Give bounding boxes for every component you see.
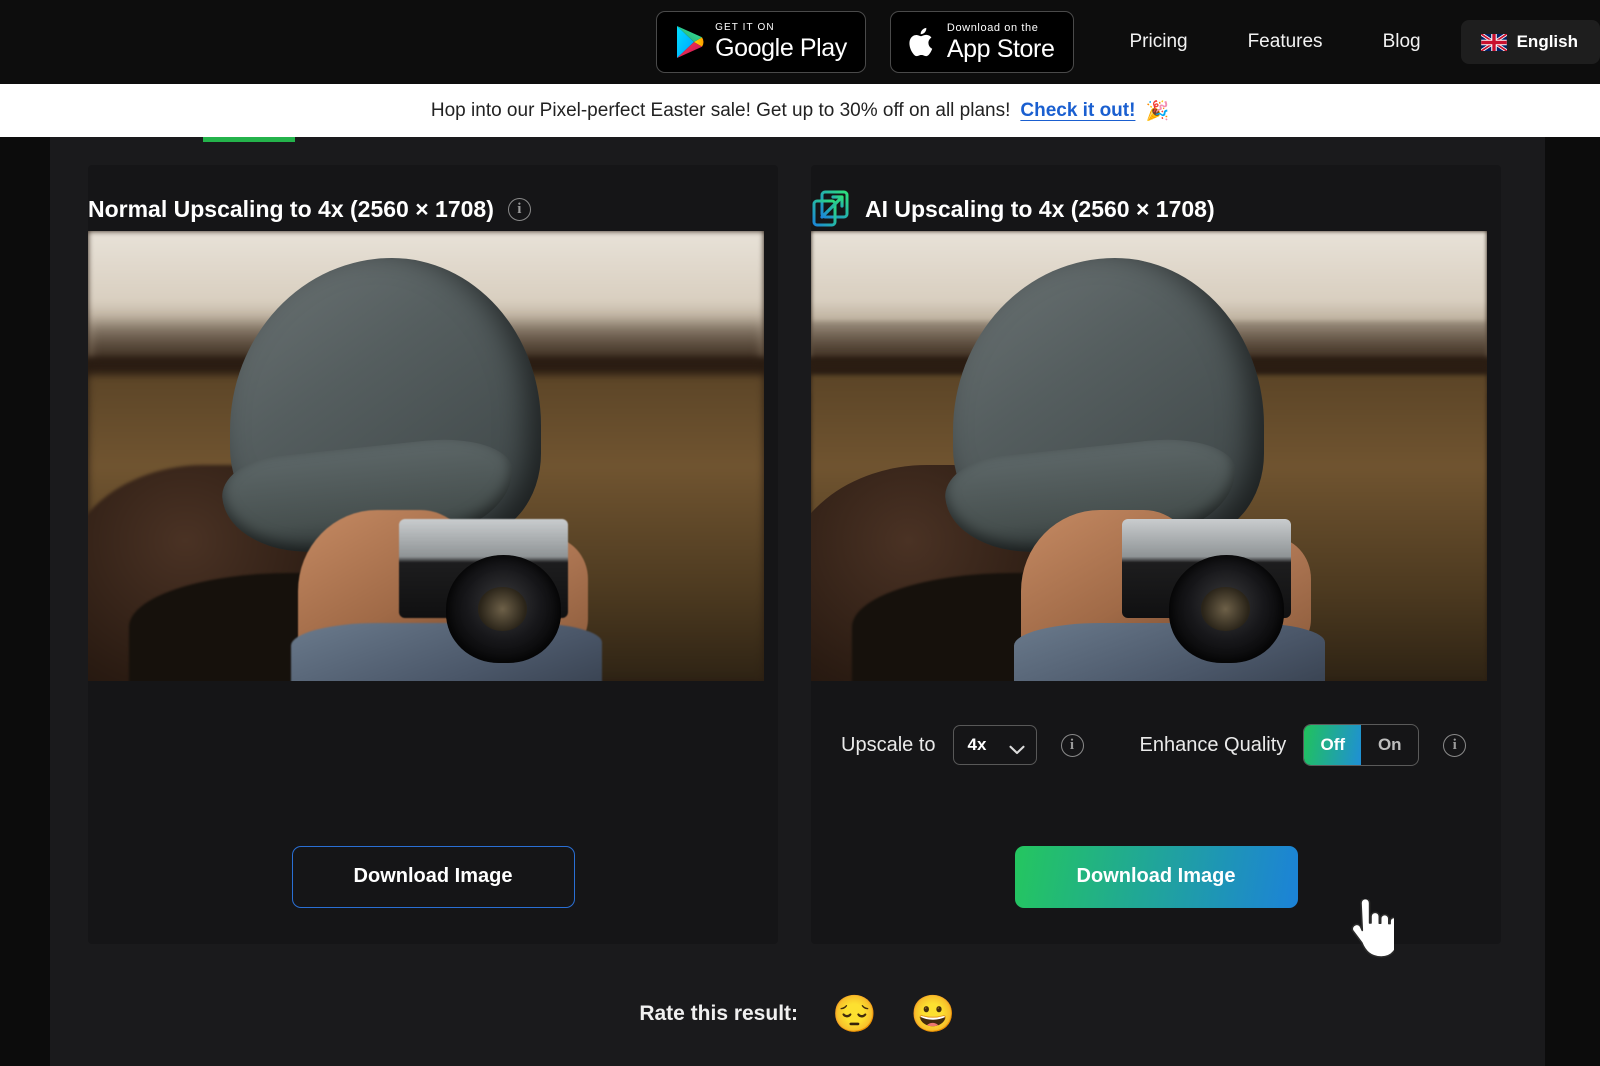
enhance-quality-option-on[interactable]: On (1361, 725, 1418, 765)
results-content-panel: Normal Upscaling to 4x (2560 × 1708) i D… (50, 137, 1545, 1066)
ai-upscale-icon (811, 189, 851, 229)
language-selector[interactable]: English (1460, 20, 1600, 64)
party-popper-icon: 🎉 (1145, 100, 1170, 122)
nav-links: Pricing Features Blog English (1100, 20, 1600, 64)
uk-flag-icon (1479, 32, 1508, 52)
app-store-subtitle: Download on the (946, 21, 1039, 34)
rate-result-label: Rate this result: (639, 1002, 799, 1025)
app-store-badge[interactable]: Download on the App Store (889, 11, 1074, 73)
page-body: Normal Upscaling to 4x (2560 × 1708) i D… (0, 137, 1600, 1066)
ai-card-controls: Upscale to 4x i Enhance Quality Off On i (811, 681, 1501, 809)
promo-banner-link[interactable]: Check it out! (1020, 100, 1135, 122)
ai-card-header: AI Upscaling to 4x (2560 × 1708) (811, 165, 1501, 231)
enhance-quality-label: Enhance Quality (1139, 733, 1287, 756)
app-store-title: App Store (946, 34, 1055, 63)
chevron-down-icon (1008, 740, 1025, 755)
nav-item-features[interactable]: Features (1218, 21, 1353, 63)
normal-upscaling-card: Normal Upscaling to 4x (2560 × 1708) i D… (88, 165, 778, 944)
ai-card-title: AI Upscaling to 4x (2560 × 1708) (865, 195, 1215, 222)
enhance-quality-toggle[interactable]: Off On (1303, 724, 1420, 766)
enhance-info-icon[interactable]: i (1443, 733, 1467, 757)
normal-upscaled-image (88, 231, 764, 681)
normal-card-header: Normal Upscaling to 4x (2560 × 1708) i (88, 165, 778, 231)
info-icon[interactable]: i (507, 197, 531, 221)
promo-banner-text: Hop into our Pixel-perfect Easter sale! … (430, 99, 1011, 121)
store-badges: GET IT ON Google Play Download on the Ap… (656, 11, 1074, 73)
normal-card-title: Normal Upscaling to 4x (2560 × 1708) (88, 195, 494, 222)
promo-banner: Hop into our Pixel-perfect Easter sale! … (0, 84, 1600, 137)
google-play-subtitle: GET IT ON (715, 22, 775, 33)
ai-download-area: Download Image (811, 809, 1501, 944)
upscale-factor-select[interactable]: 4x (952, 725, 1037, 765)
download-image-button-normal[interactable]: Download Image (291, 845, 575, 908)
normal-download-area: Download Image (88, 809, 778, 944)
comparison-cards: Normal Upscaling to 4x (2560 × 1708) i D… (88, 165, 1512, 944)
enhance-quality-option-off[interactable]: Off (1304, 725, 1362, 765)
google-play-badge[interactable]: GET IT ON Google Play (656, 11, 866, 73)
upscale-factor-value: 4x (967, 735, 987, 754)
active-tab-indicator (203, 137, 295, 142)
ai-upscaling-card: AI Upscaling to 4x (2560 × 1708) Upscale… (811, 165, 1501, 944)
upscale-info-icon[interactable]: i (1060, 733, 1084, 757)
download-image-button-ai[interactable]: Download Image (1014, 845, 1298, 908)
nav-item-pricing[interactable]: Pricing (1100, 21, 1218, 63)
upscale-to-label: Upscale to (841, 733, 936, 756)
language-label: English (1516, 32, 1578, 51)
google-play-icon (675, 25, 705, 59)
rate-result-row: Rate this result: 😔 😀 (50, 996, 1545, 1032)
google-play-title: Google Play (715, 34, 847, 62)
top-navigation-bar: GET IT ON Google Play Download on the Ap… (0, 0, 1600, 84)
ai-upscaled-image (811, 231, 1487, 681)
apple-icon (909, 25, 937, 59)
nav-item-blog[interactable]: Blog (1353, 21, 1451, 63)
rate-happy-emoji-button[interactable]: 😀 (911, 996, 956, 1032)
normal-card-controls-spacer (88, 681, 778, 809)
rate-sad-emoji-button[interactable]: 😔 (832, 996, 877, 1032)
